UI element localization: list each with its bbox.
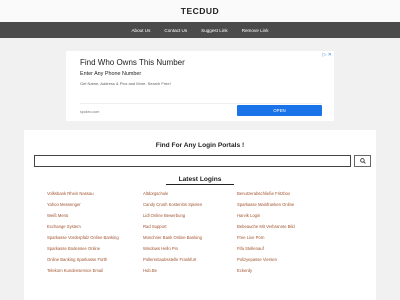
link-row: Yahoo Messenger Candy Crush Kostenlos Sp… <box>47 199 367 210</box>
login-link[interactable]: Pollerentaubsstelle Frankfurt <box>143 254 237 265</box>
advertisement[interactable]: ▷ ✕ Find Who Owns This Number Enter Any … <box>66 51 334 121</box>
login-link[interactable]: Windows Hello Pin <box>143 243 237 254</box>
login-link[interactable]: Volksbank Rhein Nassau <box>47 188 143 199</box>
login-link[interactable]: Rad Support <box>143 221 237 232</box>
site-title[interactable]: TECDUD <box>0 6 400 16</box>
ad-domain: spokeo.com <box>80 110 100 114</box>
login-link[interactable]: Polizyepasse Viersen <box>237 254 357 265</box>
login-link[interactable]: Altdorgschule <box>143 188 237 199</box>
link-row: Sparkasse Bodensee Online Windows Hello … <box>47 243 367 254</box>
login-link[interactable]: Benutzerabschließe Fritzbox <box>237 188 357 199</box>
nav-remove-link[interactable]: Remove Link <box>242 28 269 33</box>
ad-subtitle: Enter Any Phone Number <box>80 71 142 77</box>
login-link[interactable]: Free Live Porn <box>237 232 357 243</box>
login-link[interactable]: Eckerdy <box>237 265 357 276</box>
login-link[interactable]: Harvik Login <box>237 210 357 221</box>
link-row: Sparkasse Vorderpfalz Online Banking Mün… <box>47 232 367 243</box>
login-link[interactable]: Online Banking Sparkasse Fürth <box>47 254 143 265</box>
search-bar <box>34 155 371 167</box>
login-link[interactable]: Münchner Bank Online Banking <box>143 232 237 243</box>
link-row: Telekom Kundenservice Email Hub.Be Ecker… <box>47 265 367 276</box>
login-link[interactable]: Weiß Menü <box>47 210 143 221</box>
main-navigation: About Us Contact Us Suggest Link Remove … <box>0 22 400 38</box>
latest-logins-underline <box>166 184 234 185</box>
link-row: Online Banking Sparkasse Fürth Pollerent… <box>47 254 367 265</box>
site-header: TECDUD <box>0 0 400 22</box>
latest-logins-list: Volksbank Rhein Nassau Altdorgschule Ben… <box>47 188 367 276</box>
search-input[interactable] <box>34 155 351 167</box>
login-link[interactable]: Hub.Be <box>143 265 237 276</box>
nav-suggest-link[interactable]: Suggest Link <box>201 28 228 33</box>
login-link[interactable]: Sparkasse Bodensee Online <box>47 243 143 254</box>
link-row: Exchange System Rad Support Bebeauche Mi… <box>47 221 367 232</box>
nav-about-us[interactable]: About Us <box>131 28 150 33</box>
login-link[interactable]: Candy Crush Kostenlos Spielen <box>143 199 237 210</box>
ad-title[interactable]: Find Who Owns This Number <box>80 58 185 67</box>
nav-contact-us[interactable]: Contact Us <box>164 28 187 33</box>
login-link[interactable]: Exchange System <box>47 221 143 232</box>
link-row: Weiß Menü Lidl Online Bewerbung Harvik L… <box>47 210 367 221</box>
login-link[interactable]: Bebeauche Mit Verbrannte Bild <box>237 221 357 232</box>
search-button[interactable] <box>354 155 371 167</box>
search-icon <box>359 158 366 164</box>
ad-divider <box>80 103 322 104</box>
login-link[interactable]: Sparkasse Vorderpfalz Online Banking <box>47 232 143 243</box>
login-portal-panel: Find For Any Login Portals ! Latest Logi… <box>24 130 376 300</box>
login-link[interactable]: Telekom Kundenservice Email <box>47 265 143 276</box>
page-heading: Find For Any Login Portals ! <box>155 142 245 149</box>
link-row: Volksbank Rhein Nassau Altdorgschule Ben… <box>47 188 367 199</box>
login-link[interactable]: Yahoo Messenger <box>47 199 143 210</box>
login-link[interactable]: Fifa Stellenauf <box>237 243 357 254</box>
ad-open-button[interactable]: OPEN <box>237 105 322 116</box>
ad-close-icon[interactable]: ▷ ✕ <box>323 52 332 58</box>
ad-description: Get Name, Address & Pics and More. Searc… <box>80 81 171 86</box>
latest-logins-title: Latest Logins <box>178 176 222 183</box>
login-link[interactable]: Lidl Online Bewerbung <box>143 210 237 221</box>
login-link[interactable]: Sparkasse Mainfranken Online <box>237 199 357 210</box>
